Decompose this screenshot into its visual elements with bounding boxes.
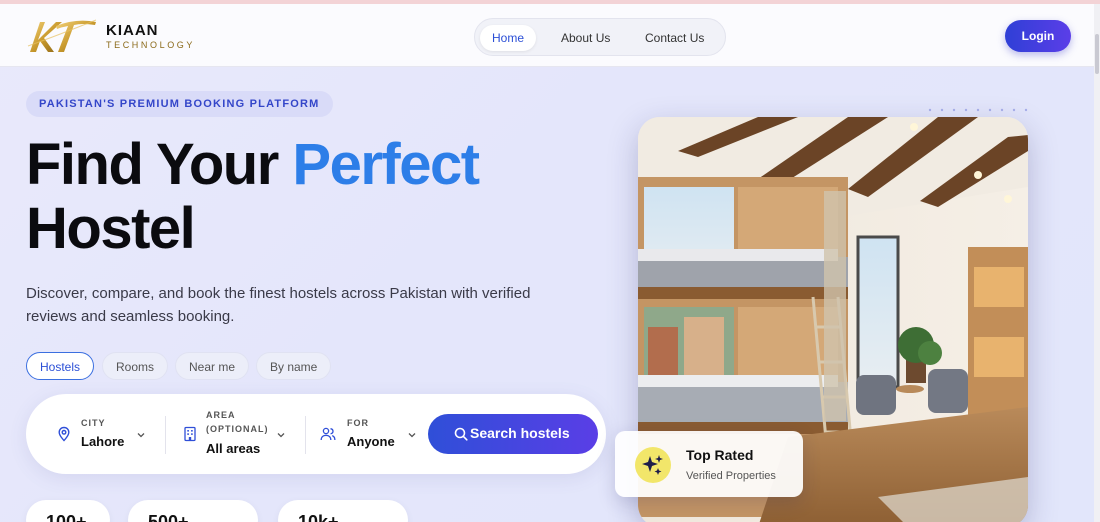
stat-card: 10k+ <box>278 500 408 522</box>
stat-card: 500+ <box>128 500 258 522</box>
stat-value: 10k+ <box>298 512 339 522</box>
kt-logo-mark-icon <box>27 19 97 52</box>
brand-name: KIAAN <box>106 22 159 39</box>
hero-description: Discover, compare, and book the finest h… <box>26 285 531 325</box>
field-divider <box>305 416 306 454</box>
tab-near-me[interactable]: Near me <box>175 352 250 380</box>
tab-rooms[interactable]: Rooms <box>102 352 169 380</box>
city-label: CITY <box>81 418 106 428</box>
city-value: Lahore <box>81 434 125 449</box>
stat-value: 500+ <box>148 512 189 522</box>
search-icon <box>454 427 468 441</box>
chevron-down-icon <box>277 433 285 438</box>
hero-title-line2: Hostel <box>26 196 196 261</box>
field-divider <box>165 416 166 454</box>
login-button[interactable]: Login <box>1005 20 1071 52</box>
chevron-down-icon <box>408 433 416 438</box>
scrollbar-thumb[interactable] <box>1095 34 1099 74</box>
chevron-down-icon <box>137 433 145 438</box>
search-button-label: Search hostels <box>470 425 570 441</box>
hero-title-part1: Find Your <box>26 132 279 197</box>
building-icon <box>184 426 196 442</box>
sparkle-icon <box>635 447 671 483</box>
hero-badge: PAKISTAN'S PREMIUM BOOKING PLATFORM <box>26 91 333 117</box>
nav-about-link[interactable]: About Us <box>549 25 622 51</box>
brand-subtitle: TECHNOLOGY <box>106 40 196 50</box>
hero-title-line1: Find Your Perfect <box>26 132 480 197</box>
nav-home-link[interactable]: Home <box>480 25 537 51</box>
users-icon <box>320 427 336 441</box>
top-rated-subtitle: Verified Properties <box>686 470 776 482</box>
hero-title-accent: Perfect <box>292 132 480 197</box>
page-scrollbar[interactable] <box>1094 4 1100 522</box>
brand-logo[interactable]: KIAAN TECHNOLOGY <box>26 16 206 56</box>
area-label: AREA <box>206 410 236 420</box>
top-rated-title: Top Rated <box>686 447 754 463</box>
area-label-optional: (OPTIONAL) <box>206 424 269 434</box>
nav-contact-link[interactable]: Contact Us <box>633 25 716 51</box>
stat-card: 100+ <box>26 500 110 522</box>
tab-hostels[interactable]: Hostels <box>26 352 95 380</box>
for-value: Anyone <box>347 434 395 449</box>
search-bar: CITY Lahore AREA (OPTIONAL) All areas FO… <box>26 394 606 474</box>
top-rated-card: Top Rated Verified Properties <box>615 431 803 497</box>
location-pin-icon <box>58 426 70 442</box>
search-hostels-button[interactable]: Search hostels <box>428 414 598 454</box>
area-value: All areas <box>206 441 261 456</box>
for-select[interactable]: FOR Anyone <box>320 394 420 474</box>
tab-by-name[interactable]: By name <box>256 352 332 380</box>
for-label: FOR <box>347 418 369 428</box>
main-nav: Home About Us Contact Us <box>474 18 726 56</box>
stat-value: 100+ <box>46 512 87 522</box>
area-select[interactable]: AREA (OPTIONAL) All areas <box>180 394 305 474</box>
navbar: KIAAN TECHNOLOGY Home About Us Contact U… <box>0 4 1100 67</box>
